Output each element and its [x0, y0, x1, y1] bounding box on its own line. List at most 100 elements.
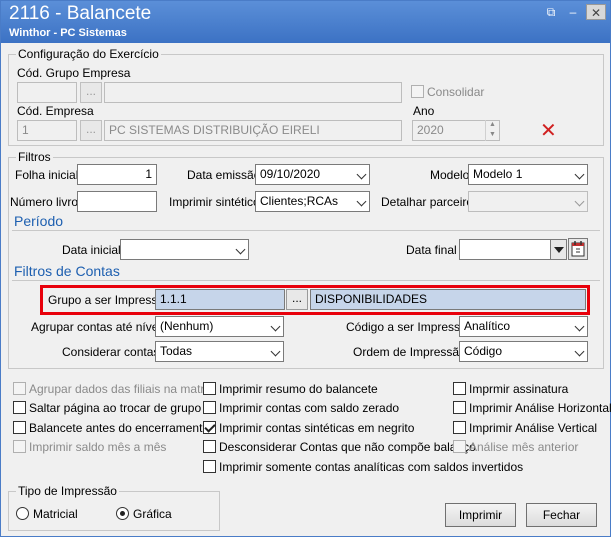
- consolidar-checkbox[interactable]: [411, 85, 424, 98]
- numero-livro-input[interactable]: [77, 191, 157, 212]
- detalhar-parceiro-label: Detalhar parceiro: [381, 195, 474, 209]
- option-checkbox[interactable]: [13, 421, 26, 434]
- option-checkbox[interactable]: [203, 401, 216, 414]
- option-checkbox[interactable]: [453, 421, 466, 434]
- option-label: Imprimir contas sintéticas em negrito: [219, 421, 415, 435]
- balancete-window: 2116 - Balancete Winthor - PC Sistemas ⧉…: [0, 0, 611, 537]
- grupo-impresso-desc-input[interactable]: DISPONIBILIDADES: [310, 289, 586, 310]
- grupo-empresa-code-input[interactable]: [17, 82, 77, 103]
- chevron-down-icon: [270, 346, 281, 357]
- imprimir-button[interactable]: Imprimir: [445, 503, 516, 527]
- minimize-icon[interactable]: ‒: [563, 4, 583, 20]
- option-label: Desconsiderar Contas que não compõe bala…: [219, 440, 476, 454]
- option-checkbox[interactable]: [203, 440, 216, 453]
- tipo-impressao-title: Tipo de Impressão: [16, 484, 119, 498]
- option-checkbox[interactable]: [13, 382, 26, 395]
- grupo-empresa-name-input[interactable]: [104, 82, 402, 103]
- modelo-value: Modelo 1: [473, 167, 523, 181]
- ano-label: Ano: [413, 104, 435, 118]
- option-checkbox[interactable]: [203, 382, 216, 395]
- data-emissao-value: 09/10/2020: [260, 167, 321, 181]
- option-label: Imprimir contas com saldo zerado: [219, 401, 400, 415]
- window-title: 2116 - Balancete: [9, 3, 152, 24]
- close-icon[interactable]: ✕: [586, 4, 606, 20]
- ordem-impressao-label: Ordem de Impressão: [353, 345, 466, 359]
- option-label: Imprimir saldo mês a mês: [29, 440, 167, 454]
- folha-inicial-label: Folha inicial: [15, 168, 79, 182]
- option-checkbox[interactable]: [13, 401, 26, 414]
- grupo-impresso-search-button[interactable]: ...: [286, 289, 308, 310]
- chevron-down-icon: [356, 196, 367, 207]
- folha-inicial-input[interactable]: 1: [77, 164, 157, 185]
- agrupar-contas-select[interactable]: (Nenhum): [155, 316, 284, 337]
- empresa-search-button[interactable]: ...: [80, 120, 102, 141]
- option-label: Imprmir assinatura: [469, 382, 569, 396]
- option-label: Saltar página ao trocar de grupo: [29, 401, 202, 415]
- fechar-button[interactable]: Fechar: [526, 503, 597, 527]
- grupo-impresso-label: Grupo a ser Impresso: [48, 293, 165, 307]
- filtros-contas-divider: [12, 280, 600, 281]
- grupo-impresso-code-input[interactable]: 1.1.1: [155, 289, 285, 310]
- modelo-label: Modelo: [430, 168, 470, 182]
- empresa-code-input[interactable]: 1: [17, 120, 77, 141]
- option-label: Agrupar dados das filiais na matriz: [29, 382, 214, 396]
- detalhar-parceiro-select[interactable]: [468, 191, 588, 212]
- matricial-label: Matricial: [33, 507, 78, 521]
- chevron-down-icon: [574, 169, 585, 180]
- chevron-down-icon: [574, 321, 585, 332]
- consolidar-label: Consolidar: [427, 85, 485, 99]
- option-label: Imprimir resumo do balancete: [219, 382, 378, 396]
- restore-icon[interactable]: ⧉: [541, 4, 561, 20]
- agrupar-contas-label: Agrupar contas até nível: [31, 320, 162, 334]
- spin-up-icon[interactable]: ▲: [486, 120, 499, 130]
- empresa-label: Cód. Empresa: [17, 104, 94, 118]
- periodo-section-title: Período: [14, 213, 64, 229]
- data-inicial-select[interactable]: [120, 239, 249, 260]
- data-emissao-select[interactable]: 09/10/2020: [255, 164, 370, 185]
- option-label: Análise mês anterior: [469, 440, 579, 454]
- codigo-impresso-value: Analítico: [464, 319, 511, 333]
- data-inicial-label: Data inicial: [62, 243, 121, 257]
- imprimir-sintetico-label: Imprimir sintético: [169, 195, 260, 209]
- grupo-empresa-label: Cód. Grupo Empresa: [17, 66, 131, 80]
- ordem-impressao-select[interactable]: Código: [459, 341, 588, 362]
- option-checkbox[interactable]: [453, 401, 466, 414]
- codigo-impresso-label: Código a ser Impresso: [346, 320, 467, 334]
- agrupar-contas-value: (Nenhum): [160, 319, 214, 333]
- matricial-radio[interactable]: [16, 507, 29, 520]
- considerar-contas-label: Considerar contas: [62, 345, 160, 359]
- option-checkbox[interactable]: [203, 460, 216, 473]
- window-subtitle: Winthor - PC Sistemas: [9, 27, 127, 39]
- empresa-name-input[interactable]: PC SISTEMAS DISTRIBUIÇÃO EIRELI: [104, 120, 402, 141]
- grupo-empresa-search-button[interactable]: ...: [80, 82, 102, 103]
- imprimir-sintetico-select[interactable]: Clientes;RCAs: [255, 191, 370, 212]
- option-label: Imprimir Análise Horizontal: [469, 401, 611, 415]
- data-emissao-label: Data emissão: [187, 168, 261, 182]
- option-label: Imprimir Análise Vertical: [469, 421, 598, 435]
- ano-spinner[interactable]: ▲ ▼: [485, 120, 499, 141]
- chevron-down-icon: [574, 196, 585, 207]
- spin-down-icon[interactable]: ▼: [486, 130, 499, 140]
- ordem-impressao-value: Código: [464, 344, 503, 358]
- title-bar[interactable]: 2116 - Balancete Winthor - PC Sistemas ⧉…: [1, 1, 610, 43]
- config-group-title: Configuração do Exercício: [16, 47, 161, 61]
- data-final-input[interactable]: [459, 239, 567, 260]
- periodo-divider: [12, 230, 600, 231]
- option-checkbox[interactable]: [453, 382, 466, 395]
- option-checkbox[interactable]: [13, 440, 26, 453]
- data-final-dropdown-button[interactable]: [550, 240, 566, 259]
- calendar-icon[interactable]: [568, 238, 588, 260]
- filtros-group-title: Filtros: [16, 150, 53, 164]
- chevron-down-icon: [356, 169, 367, 180]
- grafica-radio[interactable]: [116, 507, 129, 520]
- grafica-label: Gráfica: [133, 507, 172, 521]
- clear-x-icon[interactable]: ✕: [540, 118, 557, 143]
- option-checkbox[interactable]: [453, 440, 466, 453]
- codigo-impresso-select[interactable]: Analítico: [459, 316, 588, 337]
- option-checkbox[interactable]: [203, 421, 216, 434]
- considerar-contas-select[interactable]: Todas: [155, 341, 284, 362]
- chevron-down-icon: [270, 321, 281, 332]
- chevron-down-icon: [235, 244, 246, 255]
- modelo-select[interactable]: Modelo 1: [468, 164, 588, 185]
- imprimir-sintetico-value: Clientes;RCAs: [260, 194, 339, 208]
